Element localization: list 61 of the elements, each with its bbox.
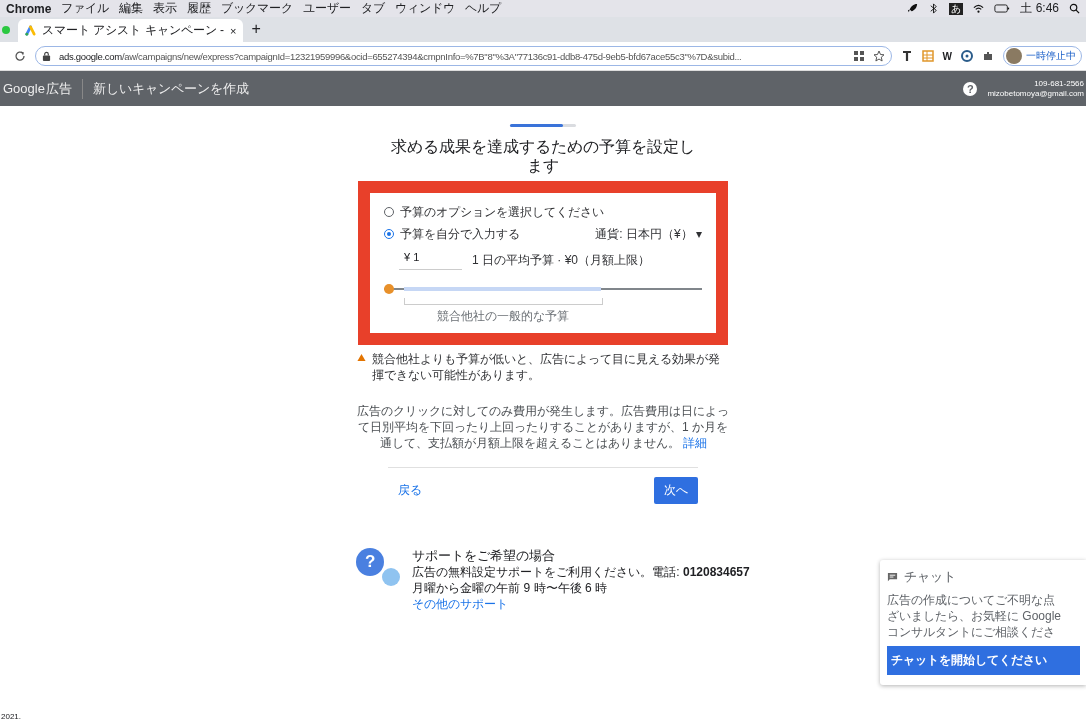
- warning-icon: [357, 353, 366, 362]
- circle-extension-icon[interactable]: [961, 50, 973, 62]
- menu-item[interactable]: ブックマーク: [221, 0, 294, 17]
- chat-description: コンサルタントにご相談くださ: [887, 624, 1056, 640]
- other-support-link[interactable]: その他のサポート: [412, 596, 750, 612]
- bluetooth-icon[interactable]: [928, 3, 940, 14]
- menu-clock: 土 6:46: [1020, 0, 1059, 17]
- menu-item[interactable]: ユーザー: [303, 0, 352, 17]
- menu-item[interactable]: ヘルプ: [465, 0, 502, 17]
- tab-close-button[interactable]: ×: [230, 24, 237, 37]
- start-chat-button[interactable]: チャットを開始してください: [887, 646, 1080, 675]
- menu-app-name[interactable]: Chrome: [6, 1, 52, 16]
- wifi-icon[interactable]: [973, 3, 985, 14]
- chat-title: チャット: [904, 568, 956, 586]
- page-heading: 求める成果を達成するための予算を設定します: [390, 137, 696, 175]
- copyright-year: 2021.: [1, 712, 22, 721]
- qr-code-icon[interactable]: [852, 50, 865, 62]
- lock-icon: [42, 50, 51, 62]
- star-icon[interactable]: [872, 50, 885, 62]
- google-ads-logo[interactable]: Google広告: [3, 79, 72, 98]
- text-extension-icon[interactable]: [900, 50, 913, 62]
- budget-input[interactable]: ¥ 1: [399, 251, 462, 270]
- chat-description: 広告の作成についてご不明な点: [887, 592, 1056, 608]
- support-title: サポートをご希望の場合: [412, 548, 557, 564]
- input-method-indicator[interactable]: あ: [949, 2, 964, 15]
- menu-item[interactable]: ウィンドウ: [395, 0, 456, 17]
- support-hours: 月曜から金曜の午前 9 時〜午後 6 時: [412, 580, 608, 596]
- browser-tab[interactable]: スマート アシスト キャンペーン - ×: [18, 19, 244, 42]
- ads-logo-icon: [25, 25, 36, 36]
- next-button[interactable]: 次へ: [654, 477, 698, 504]
- reload-icon[interactable]: [14, 50, 26, 62]
- extension-button[interactable]: W: [942, 50, 952, 62]
- support-phone-text: 広告の無料設定サポートをご利用ください。電話: 0120834657: [412, 564, 750, 580]
- warning-message: 競合他社よりも予算が低いと、広告によって目に見える効果が発揮できない可能性があります。: [372, 351, 721, 383]
- menu-item[interactable]: ファイル: [61, 0, 110, 17]
- budget-slider-track[interactable]: [384, 284, 702, 294]
- option-label[interactable]: 予算のオプションを選択してください: [400, 203, 604, 221]
- menu-item[interactable]: 編集: [119, 0, 144, 17]
- menu-item[interactable]: 履歴: [187, 0, 212, 17]
- new-tab-button[interactable]: +: [251, 19, 261, 38]
- budget-note: 1 日の平均予算 · ¥0（月額上限）: [472, 252, 651, 269]
- menu-item[interactable]: タブ: [361, 0, 386, 17]
- menu-item[interactable]: 表示: [153, 0, 178, 17]
- option-label[interactable]: 予算を自分で入力する: [400, 225, 520, 243]
- range-label: 競合他社の一般的な予算: [435, 308, 570, 325]
- details-link[interactable]: 詳細: [682, 436, 707, 450]
- page-title: 新しいキャンペーンを作成: [92, 79, 249, 98]
- search-icon[interactable]: [1069, 3, 1080, 14]
- slider-thumb[interactable]: [384, 284, 394, 294]
- battery-icon[interactable]: [994, 3, 1011, 14]
- back-button[interactable]: 戻る: [388, 482, 422, 499]
- chat-bubble-icon: [887, 571, 898, 583]
- url-text: ads.google.com/aw/campaigns/new/express?campaignId=12321959996&ocid=655274394&cmpnInfo=%7B"8"%3A"77136c91-ddb8-475d-9eb5-bfd67ace55c3"%7D&subid...: [59, 50, 743, 62]
- account-email: mizobetomoya@gmail.com: [987, 88, 1084, 99]
- billing-info: 広告のクリックに対してのみ費用が発生します。広告費用は日によって日別平均を下回ったり上回ったりすることがありますが、1 か月を通して、支払額が月額上限を超えることはありません。 詳細: [357, 403, 729, 451]
- chat-description: ざいましたら、お気軽に Google: [887, 608, 1063, 624]
- account-id: 109-681-2566: [1034, 78, 1084, 89]
- avatar-icon: [1006, 48, 1022, 64]
- help-button[interactable]: ?: [963, 81, 978, 96]
- tab-title: スマート アシスト キャンペーン -: [42, 22, 224, 39]
- currency-dropdown[interactable]: 通貨: 日本円（¥） ▾: [595, 225, 702, 243]
